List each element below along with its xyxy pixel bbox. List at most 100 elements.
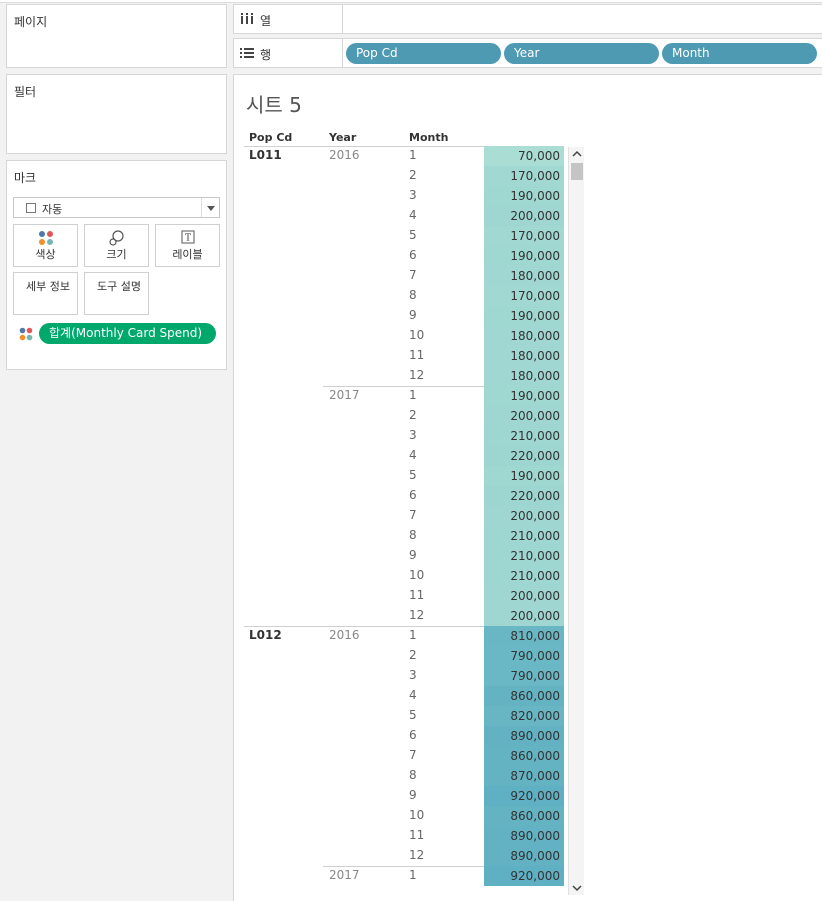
value-cell[interactable]: 70,000 xyxy=(484,146,564,166)
month-cell[interactable]: 8 xyxy=(409,768,417,782)
value-cell[interactable]: 920,000 xyxy=(484,786,564,806)
chevron-down-icon[interactable] xyxy=(569,881,585,895)
value-cell[interactable]: 210,000 xyxy=(484,426,564,446)
value-cell[interactable]: 190,000 xyxy=(484,306,564,326)
rows-pill-pop-cd[interactable]: Pop Cd xyxy=(346,43,501,64)
filters-card[interactable]: 필터 xyxy=(6,74,227,154)
month-cell[interactable]: 1 xyxy=(409,388,417,402)
value-cell[interactable]: 190,000 xyxy=(484,246,564,266)
value-cell[interactable]: 220,000 xyxy=(484,446,564,466)
value-cell[interactable]: 860,000 xyxy=(484,686,564,706)
month-cell[interactable]: 7 xyxy=(409,508,417,522)
month-cell[interactable]: 6 xyxy=(409,248,417,262)
month-cell[interactable]: 10 xyxy=(409,808,424,822)
month-cell[interactable]: 1 xyxy=(409,148,417,162)
vertical-scrollbar[interactable] xyxy=(568,147,584,895)
tooltip-button[interactable]: 도구 설명 xyxy=(84,272,149,315)
value-cell[interactable]: 210,000 xyxy=(484,546,564,566)
month-cell[interactable]: 8 xyxy=(409,288,417,302)
header-year[interactable]: Year xyxy=(329,131,356,144)
chevron-down-icon[interactable] xyxy=(201,198,219,217)
month-cell[interactable]: 7 xyxy=(409,268,417,282)
month-cell[interactable]: 9 xyxy=(409,548,417,562)
value-cell[interactable]: 200,000 xyxy=(484,586,564,606)
month-cell[interactable]: 8 xyxy=(409,528,417,542)
month-cell[interactable]: 10 xyxy=(409,568,424,582)
month-cell[interactable]: 6 xyxy=(409,488,417,502)
year-cell[interactable]: 2016 xyxy=(329,628,360,642)
header-month[interactable]: Month xyxy=(409,131,448,144)
month-cell[interactable]: 4 xyxy=(409,208,417,222)
value-cell[interactable]: 860,000 xyxy=(484,806,564,826)
size-button[interactable]: 크기 xyxy=(84,224,149,267)
month-cell[interactable]: 2 xyxy=(409,648,417,662)
value-cell[interactable]: 180,000 xyxy=(484,326,564,346)
value-cell[interactable]: 210,000 xyxy=(484,566,564,586)
value-cell[interactable]: 200,000 xyxy=(484,606,564,626)
month-cell[interactable]: 7 xyxy=(409,748,417,762)
pop-cd-cell[interactable]: L012 xyxy=(249,628,282,642)
header-pop-cd[interactable]: Pop Cd xyxy=(249,131,292,144)
rows-pill-year[interactable]: Year xyxy=(504,43,659,64)
pop-cd-cell[interactable]: L011 xyxy=(249,148,282,162)
value-cell[interactable]: 180,000 xyxy=(484,266,564,286)
detail-button[interactable]: 세부 정보 xyxy=(13,272,78,315)
value-cell[interactable]: 890,000 xyxy=(484,826,564,846)
month-cell[interactable]: 3 xyxy=(409,428,417,442)
year-cell[interactable]: 2017 xyxy=(329,388,360,402)
month-cell[interactable]: 10 xyxy=(409,328,424,342)
month-cell[interactable]: 2 xyxy=(409,408,417,422)
month-cell[interactable]: 12 xyxy=(409,368,424,382)
columns-shelf[interactable]: 열 xyxy=(233,4,822,34)
rows-shelf[interactable]: 행 Pop Cd Year Month xyxy=(233,38,822,68)
mark-type-dropdown[interactable]: 자동 xyxy=(13,197,220,218)
month-cell[interactable]: 5 xyxy=(409,708,417,722)
value-cell[interactable]: 170,000 xyxy=(484,286,564,306)
color-button[interactable]: 색상 xyxy=(13,224,78,267)
value-cell[interactable]: 810,000 xyxy=(484,626,564,646)
month-cell[interactable]: 5 xyxy=(409,468,417,482)
month-cell[interactable]: 1 xyxy=(409,628,417,642)
month-cell[interactable]: 2 xyxy=(409,168,417,182)
value-cell[interactable]: 220,000 xyxy=(484,486,564,506)
value-cell[interactable]: 190,000 xyxy=(484,386,564,406)
value-cell[interactable]: 920,000 xyxy=(484,866,564,886)
year-cell[interactable]: 2017 xyxy=(329,868,360,882)
value-cell[interactable]: 200,000 xyxy=(484,206,564,226)
value-cell[interactable]: 200,000 xyxy=(484,506,564,526)
value-cell[interactable]: 190,000 xyxy=(484,466,564,486)
month-cell[interactable]: 3 xyxy=(409,188,417,202)
month-cell[interactable]: 11 xyxy=(409,828,424,842)
measure-pill[interactable]: 합계(Monthly Card Spend) xyxy=(39,323,216,344)
month-cell[interactable]: 5 xyxy=(409,228,417,242)
month-cell[interactable]: 6 xyxy=(409,728,417,742)
month-cell[interactable]: 12 xyxy=(409,848,424,862)
month-cell[interactable]: 4 xyxy=(409,448,417,462)
value-cell[interactable]: 170,000 xyxy=(484,226,564,246)
value-cell[interactable]: 820,000 xyxy=(484,706,564,726)
value-cell[interactable]: 890,000 xyxy=(484,846,564,866)
year-cell[interactable]: 2016 xyxy=(329,148,360,162)
month-cell[interactable]: 11 xyxy=(409,348,424,362)
month-cell[interactable]: 1 xyxy=(409,868,417,882)
value-cell[interactable]: 180,000 xyxy=(484,366,564,386)
value-cell[interactable]: 860,000 xyxy=(484,746,564,766)
pages-card[interactable]: 페이지 xyxy=(6,4,227,68)
value-cell[interactable]: 210,000 xyxy=(484,526,564,546)
month-cell[interactable]: 9 xyxy=(409,308,417,322)
value-cell[interactable]: 200,000 xyxy=(484,406,564,426)
month-cell[interactable]: 3 xyxy=(409,668,417,682)
label-button[interactable]: T 레이블 xyxy=(155,224,220,267)
scrollbar-thumb[interactable] xyxy=(571,163,583,180)
value-cell[interactable]: 790,000 xyxy=(484,666,564,686)
month-cell[interactable]: 9 xyxy=(409,788,417,802)
value-cell[interactable]: 870,000 xyxy=(484,766,564,786)
month-cell[interactable]: 12 xyxy=(409,608,424,622)
month-cell[interactable]: 4 xyxy=(409,688,417,702)
value-cell[interactable]: 190,000 xyxy=(484,186,564,206)
value-cell[interactable]: 790,000 xyxy=(484,646,564,666)
value-cell[interactable]: 890,000 xyxy=(484,726,564,746)
value-cell[interactable]: 180,000 xyxy=(484,346,564,366)
chevron-up-icon[interactable] xyxy=(569,147,585,161)
value-cell[interactable]: 170,000 xyxy=(484,166,564,186)
